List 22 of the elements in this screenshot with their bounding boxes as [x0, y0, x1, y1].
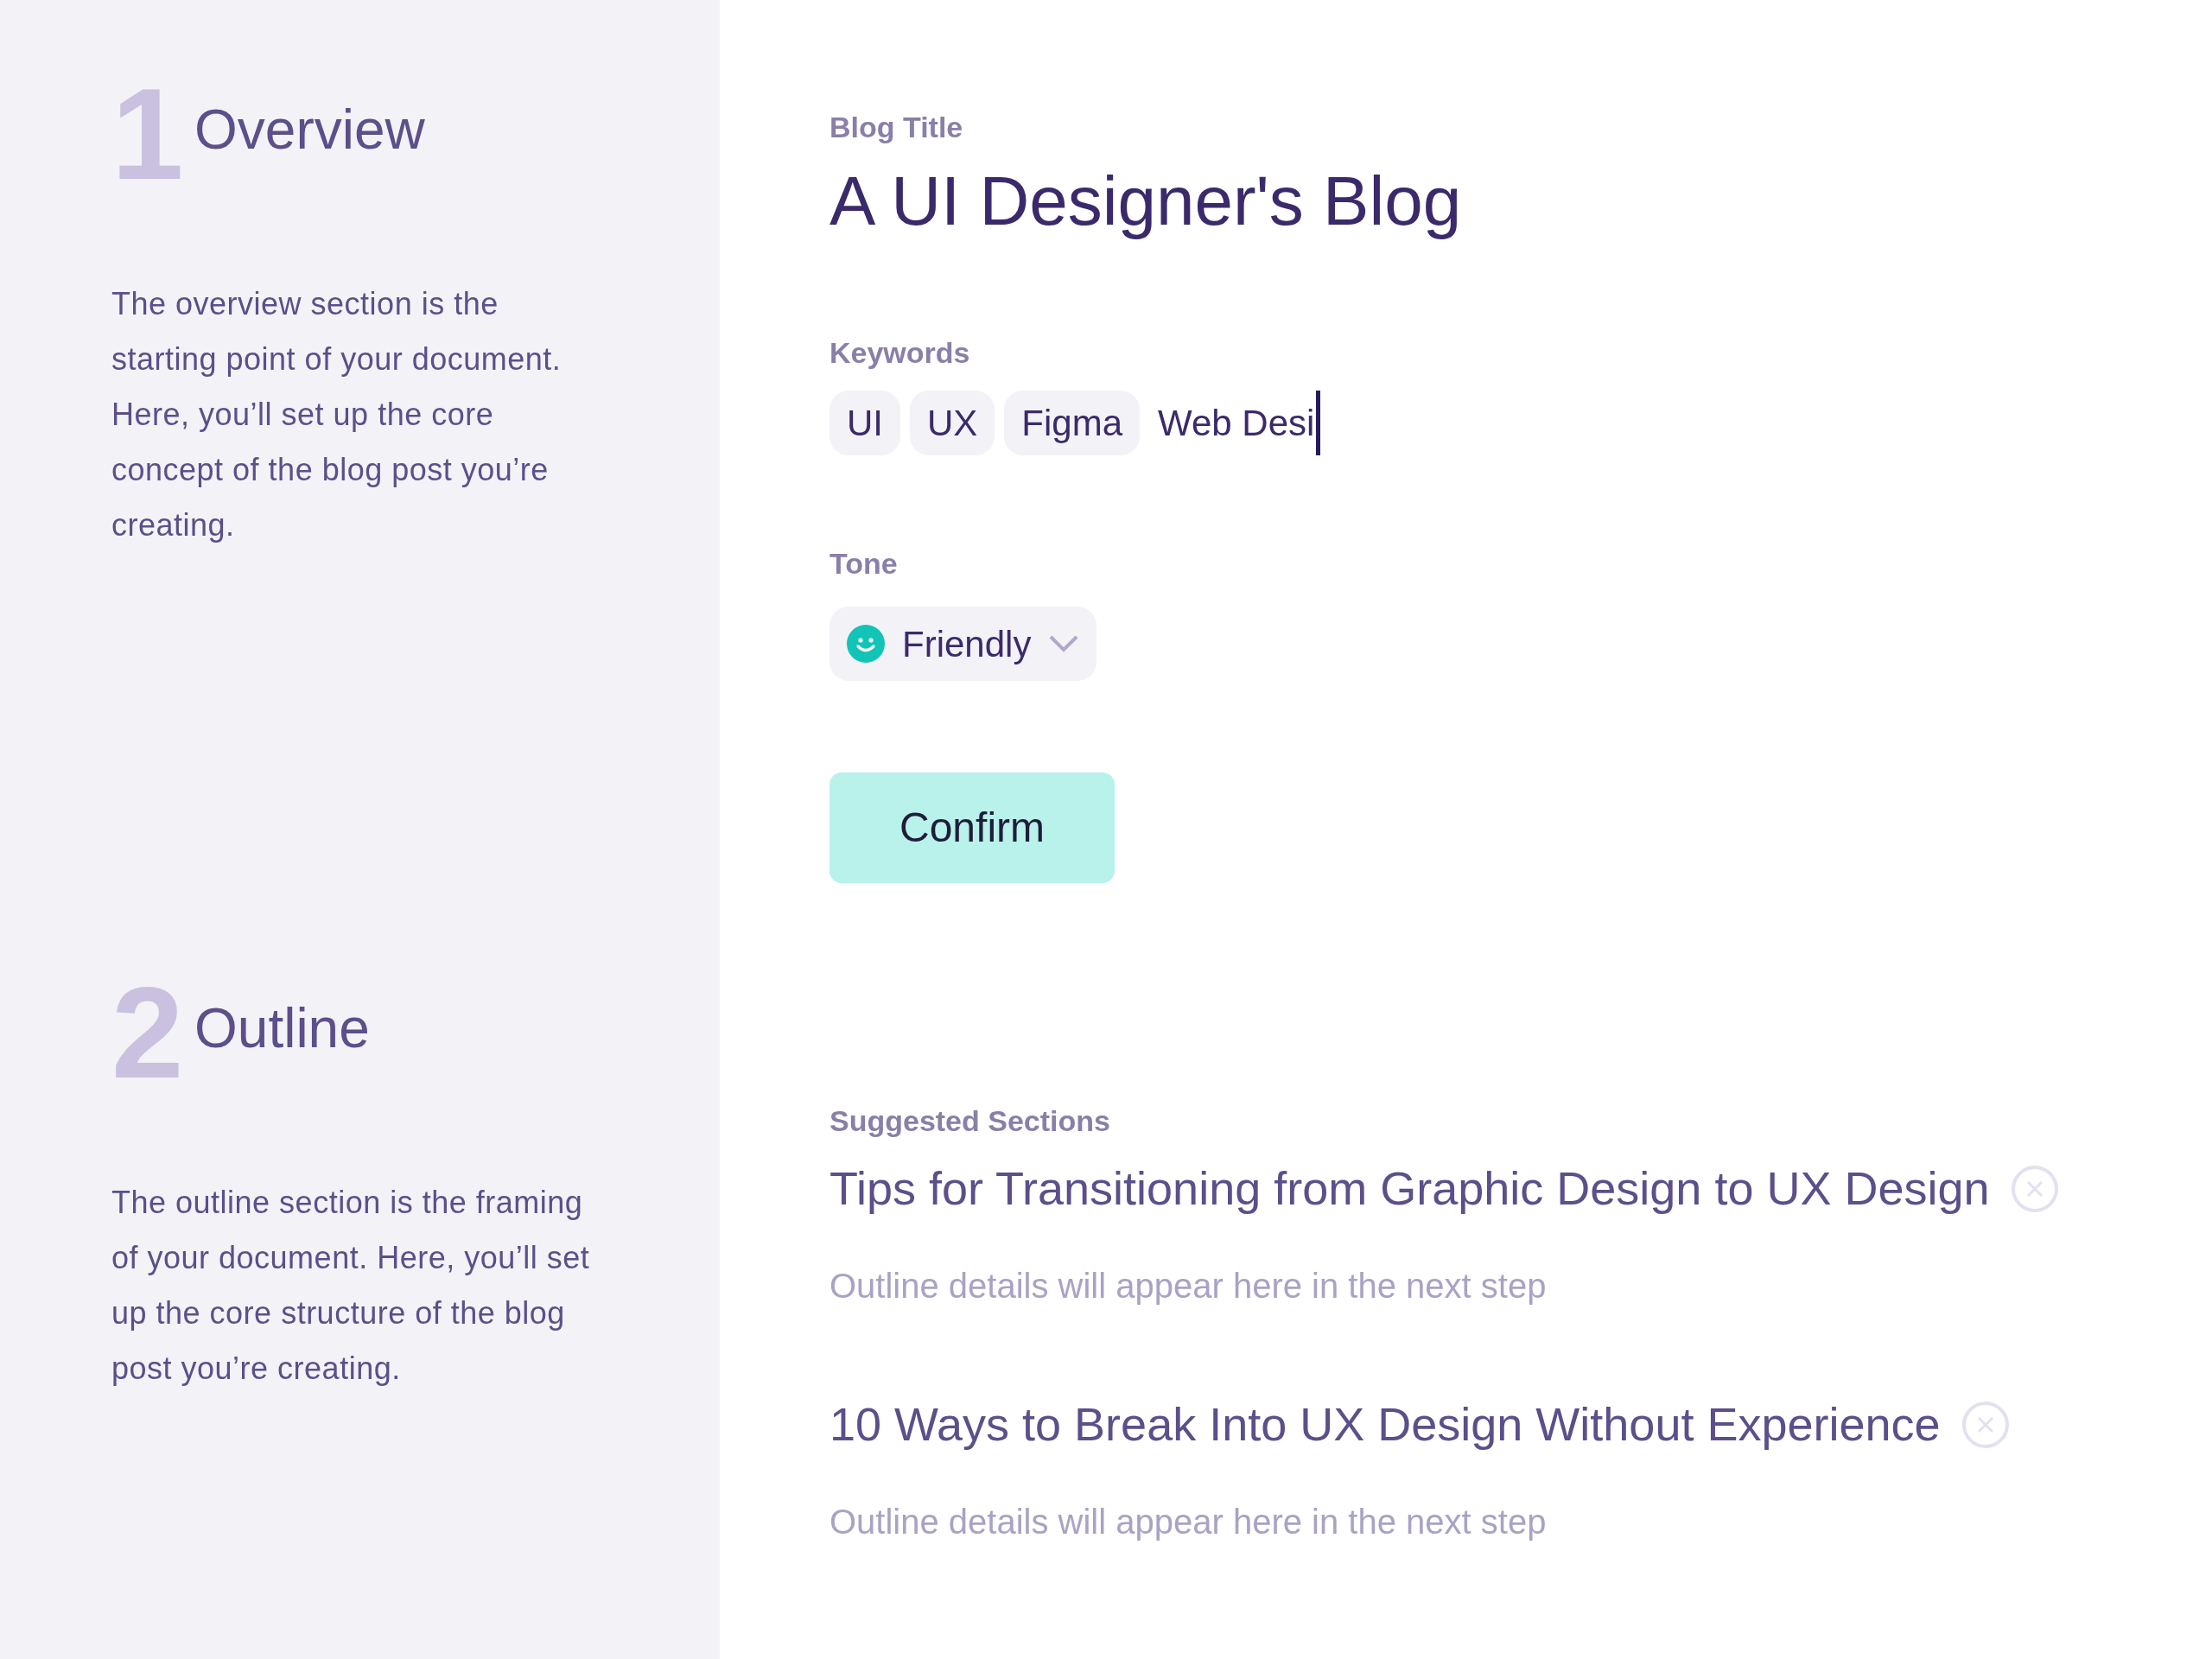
- tone-dropdown[interactable]: Friendly: [830, 607, 1097, 681]
- keyword-input[interactable]: Web Desi: [1158, 391, 1321, 455]
- section-detail: Outline details will appear here in the next step: [830, 1266, 1548, 1306]
- field-label: Keywords: [830, 335, 971, 371]
- step-description: The overview section is the starting point of your document. Here, you’ll set up the core concept of the blog post you’re creating.: [111, 285, 563, 544]
- section-detail: Outline details will appear here in the next step: [830, 1502, 1548, 1542]
- section-title: Tips for Transitioning from Graphic Design to UX Design: [830, 1161, 1990, 1216]
- field-label: Tone: [830, 546, 899, 582]
- smiley-icon: [847, 625, 885, 663]
- close-icon[interactable]: [2010, 1164, 2059, 1213]
- section-title: 10 Ways to Break Into UX Design Without Experience: [830, 1397, 1941, 1452]
- chevron-down-icon: [1048, 634, 1080, 653]
- keyword-tag[interactable]: Figma: [1004, 391, 1141, 455]
- keyword-tag[interactable]: UX: [910, 391, 995, 455]
- section-label: Suggested Sections: [830, 1103, 1111, 1139]
- confirm-button[interactable]: Confirm: [830, 772, 1115, 883]
- step-title: Overview: [194, 102, 425, 157]
- close-icon[interactable]: [1961, 1400, 2010, 1449]
- field-label: Blog Title: [830, 110, 964, 145]
- keyword-tag[interactable]: UI: [830, 391, 900, 455]
- step-description: The outline section is the framing of your document. Here, you’ll set up the core structure of the blog post you’re creating.: [111, 1184, 591, 1388]
- step-title: Outline: [194, 1001, 370, 1056]
